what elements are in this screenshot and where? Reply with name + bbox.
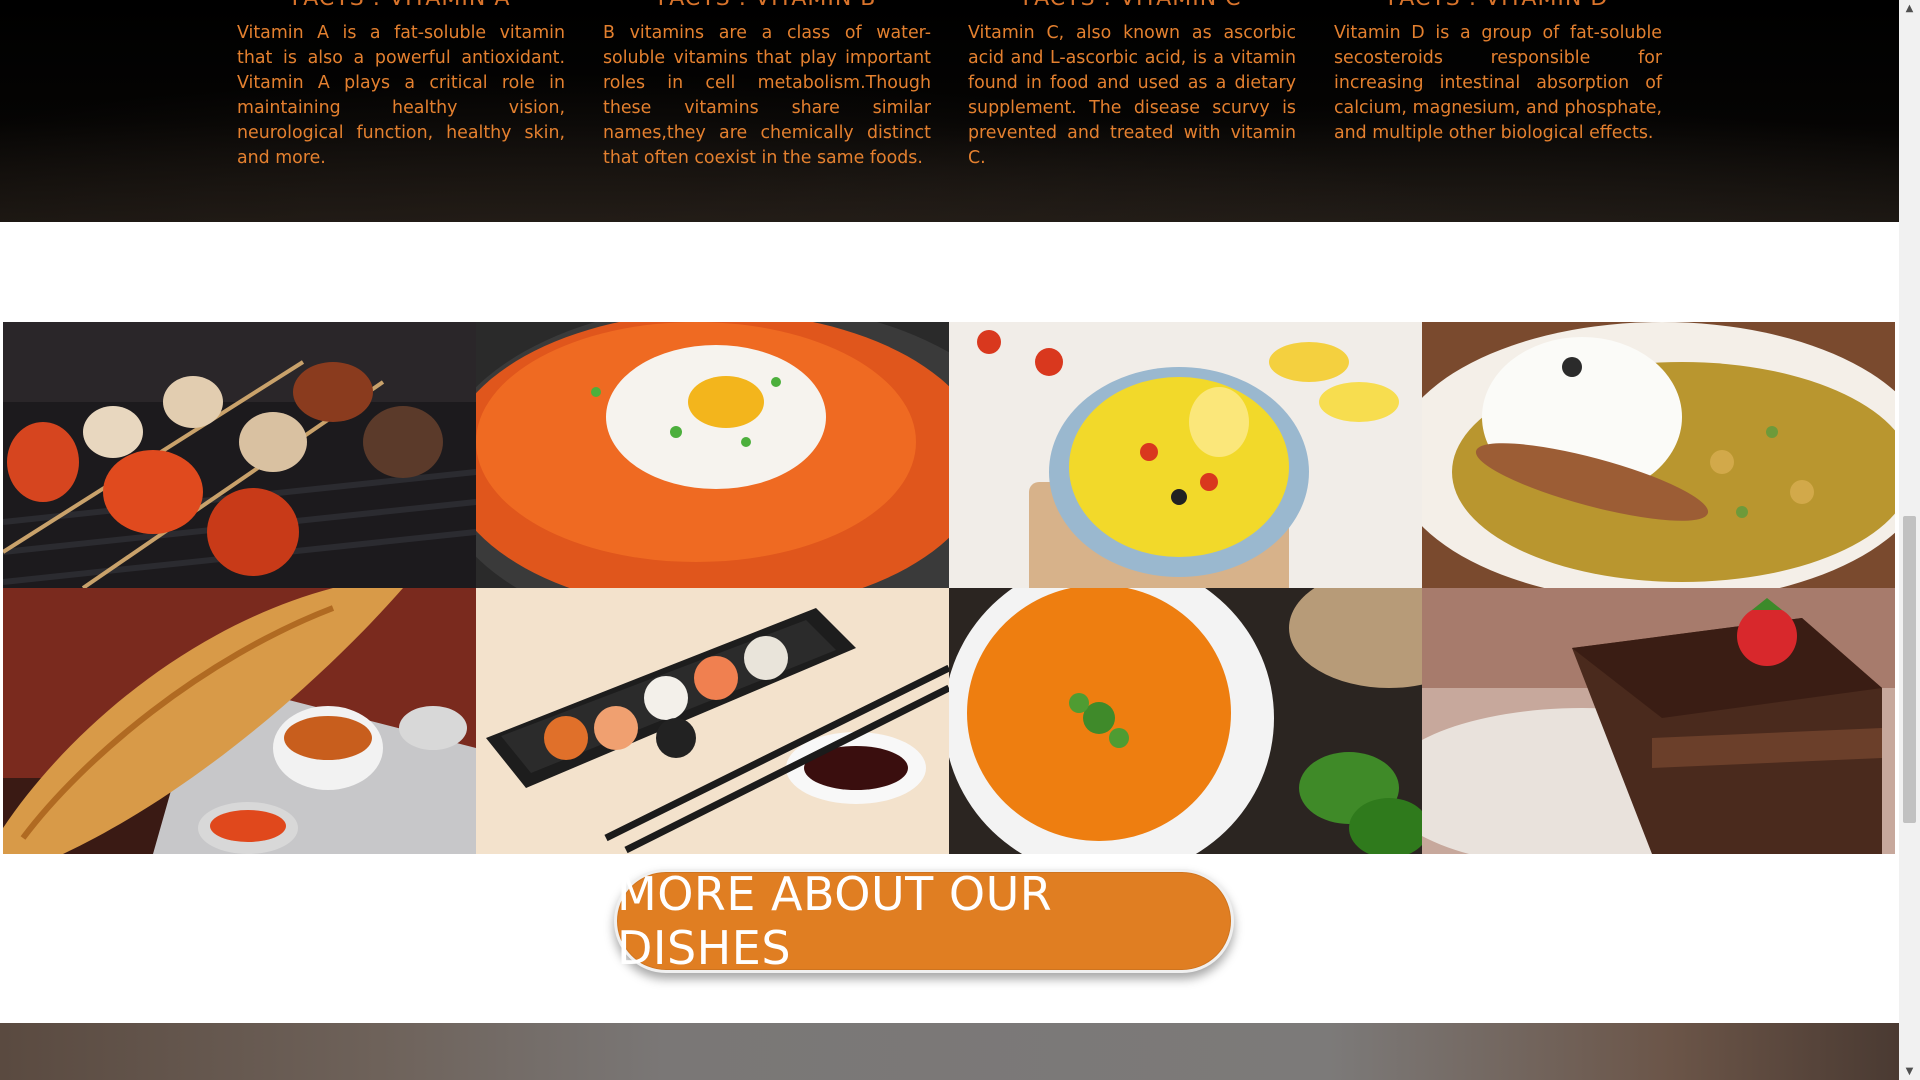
dish-photo-grilled-skewers	[3, 322, 476, 588]
scroll-up-arrow-icon[interactable]: ▲	[1899, 0, 1920, 17]
dish-photo-sushi-box	[476, 588, 949, 854]
fact-title: FACTS : VITAMIN D	[1334, 0, 1662, 12]
next-section-background	[0, 1023, 1899, 1080]
fact-vitamin-d: FACTS : VITAMIN D Vitamin D is a group o…	[1334, 0, 1662, 146]
fact-text: B vitamins are a class of water-soluble …	[603, 23, 931, 168]
fact-text: Vitamin C, also known as ascorbic acid a…	[968, 23, 1296, 168]
fact-title: FACTS : VITAMIN B	[603, 0, 931, 12]
dish-photo-pumpkin-soup	[949, 588, 1422, 854]
dish-gallery	[3, 322, 1897, 854]
dish-photo-chocolate-cake	[1422, 588, 1895, 854]
fact-text: Vitamin A is a fat-soluble vitamin that …	[237, 23, 565, 168]
scrollbar-thumb[interactable]	[1903, 516, 1916, 823]
fact-text: Vitamin D is a group of fat-soluble seco…	[1334, 23, 1662, 143]
dish-photo-kimchi-fried-rice	[476, 322, 949, 588]
fact-title: FACTS : VITAMIN A	[237, 0, 565, 12]
vertical-scrollbar[interactable]: ▲ ▼	[1899, 0, 1920, 1080]
dish-photo-yellow-rice-bowl	[949, 322, 1422, 588]
vitamin-facts-section: FACTS : VITAMIN A Vitamin A is a fat-sol…	[0, 0, 1899, 222]
fact-title: FACTS : VITAMIN C	[968, 0, 1296, 12]
fact-vitamin-c: FACTS : VITAMIN C Vitamin C, also known …	[968, 0, 1296, 171]
more-about-dishes-button[interactable]: MORE ABOUT OUR DISHES	[614, 867, 1234, 975]
dish-photo-curry-rice	[1422, 322, 1895, 588]
scroll-down-arrow-icon[interactable]: ▼	[1899, 1063, 1920, 1080]
fact-vitamin-a: FACTS : VITAMIN A Vitamin A is a fat-sol…	[237, 0, 565, 171]
fact-vitamin-b: FACTS : VITAMIN B B vitamins are a class…	[603, 0, 931, 171]
dish-photo-masala-dosa	[3, 588, 476, 854]
